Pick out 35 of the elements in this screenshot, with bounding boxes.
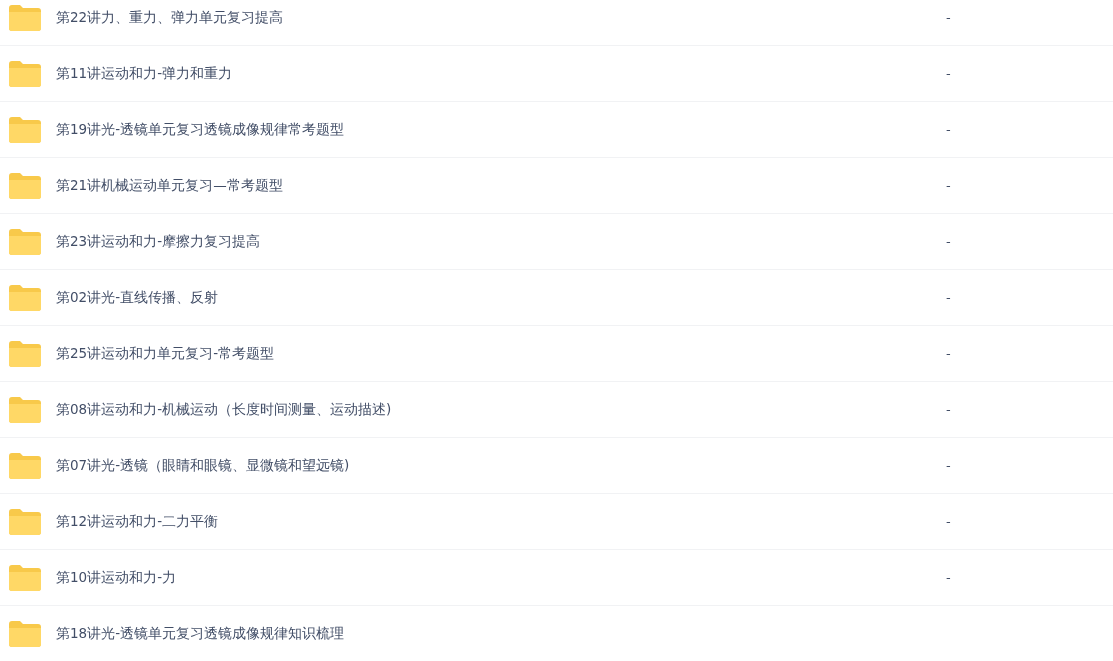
file-size: - — [946, 346, 951, 361]
folder-name[interactable]: 第02讲光-直线传播、反射 — [56, 288, 936, 307]
folder-icon — [9, 172, 41, 199]
folder-icon — [9, 508, 41, 535]
file-size: - — [946, 234, 951, 249]
file-size: - — [946, 290, 951, 305]
folder-icon — [9, 4, 41, 31]
file-size: - — [946, 66, 951, 81]
folder-name[interactable]: 第23讲运动和力-摩擦力复习提高 — [56, 232, 936, 251]
folder-icon — [9, 340, 41, 367]
folder-name[interactable]: 第25讲运动和力单元复习-常考题型 — [56, 344, 936, 363]
folder-name[interactable]: 第22讲力、重力、弹力单元复习提高 — [56, 8, 936, 27]
file-size: - — [946, 10, 951, 25]
folder-icon — [9, 284, 41, 311]
file-size: - — [946, 402, 951, 417]
file-size: - — [946, 458, 951, 473]
folder-name[interactable]: 第07讲光-透镜（眼睛和眼镜、显微镜和望远镜) — [56, 456, 936, 475]
file-size: - — [946, 514, 951, 529]
folder-name[interactable]: 第12讲运动和力-二力平衡 — [56, 512, 936, 531]
folder-name[interactable]: 第11讲运动和力-弹力和重力 — [56, 64, 936, 83]
folder-name[interactable]: 第21讲机械运动单元复习—常考题型 — [56, 176, 936, 195]
folder-name[interactable]: 第10讲运动和力-力 — [56, 568, 936, 587]
folder-name[interactable]: 第19讲光-透镜单元复习透镜成像规律常考题型 — [56, 120, 936, 139]
folder-name[interactable]: 第08讲运动和力-机械运动（长度时间测量、运动描述) — [56, 400, 936, 419]
file-size: - — [946, 122, 951, 137]
folder-icon — [9, 452, 41, 479]
folder-icon — [9, 60, 41, 87]
folder-icon — [9, 396, 41, 423]
file-size: - — [946, 570, 951, 585]
file-size: - — [946, 178, 951, 193]
folder-icon — [9, 564, 41, 591]
folder-icon — [9, 116, 41, 143]
folder-name[interactable]: 第18讲光-透镜单元复习透镜成像规律知识梳理 — [56, 624, 936, 643]
folder-icon — [9, 228, 41, 255]
folder-icon — [9, 620, 41, 647]
